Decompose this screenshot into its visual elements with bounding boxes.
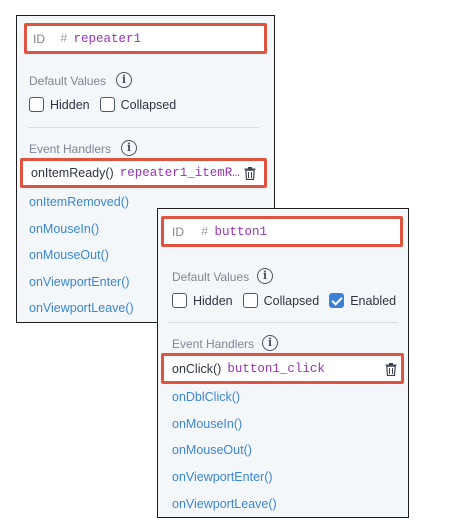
collapsed-label: Collapsed [120,97,177,112]
event-link-item-removed[interactable]: onItemRemoved() [29,195,129,209]
info-icon[interactable]: i [121,140,137,156]
event-link-viewport-leave[interactable]: onViewportLeave() [29,301,134,315]
handler-name: onItemReady() [31,166,114,180]
info-icon[interactable]: i [116,72,132,88]
info-icon[interactable]: i [262,335,278,351]
default-values-label: Default Values [172,270,250,284]
handler-function[interactable]: button1_click [227,362,325,376]
default-values-row: Hidden Collapsed [29,97,186,112]
hidden-checkbox[interactable] [29,97,44,112]
trash-icon[interactable] [385,363,397,376]
event-link-viewport-enter[interactable]: onViewportEnter() [172,470,273,484]
collapsed-checkbox[interactable] [242,293,258,308]
event-link-dbl-click[interactable]: onDblClick() [172,390,240,404]
button-properties-panel: ID # button1 Default Values i Hidden Coll… [157,208,409,518]
id-hash: # [201,225,209,239]
id-value: repeater1 [73,32,142,46]
divider [168,322,398,323]
event-handlers-label: Event Handlers [172,337,255,351]
event-link-viewport-leave[interactable]: onViewportLeave() [172,497,277,511]
default-values-label: Default Values [29,74,107,88]
event-link-viewport-enter[interactable]: onViewportEnter() [29,275,130,289]
handler-function[interactable]: repeater1_itemR… [120,166,240,180]
trash-icon[interactable] [244,167,256,180]
id-field-highlight: ID # repeater1 [24,23,267,54]
event-link-mouse-out[interactable]: onMouseOut() [29,248,109,262]
hidden-label: Hidden [50,97,90,112]
enabled-checkbox[interactable] [329,293,345,308]
hidden-checkbox[interactable] [172,293,187,308]
active-event-handler[interactable]: onItemReady() repeater1_itemR… [20,158,267,188]
divider [27,127,259,128]
event-link-mouse-in[interactable]: onMouseIn() [29,222,99,236]
default-values-row: Hidden Collapsed Enabled [172,293,406,308]
event-link-mouse-in[interactable]: onMouseIn() [172,417,242,431]
id-label: ID [33,32,45,46]
id-value: button1 [214,225,268,239]
active-event-handler[interactable]: onClick() button1_click [161,353,404,384]
id-input[interactable]: # repeater1 [54,28,259,50]
event-handlers-label: Event Handlers [29,142,112,156]
id-field-highlight: ID # button1 [161,216,403,247]
handler-name: onClick() [172,361,222,376]
id-input[interactable]: # button1 [195,221,398,243]
info-icon[interactable]: i [257,268,273,284]
collapsed-label: Collapsed [263,293,320,308]
id-label: ID [172,225,184,239]
enabled-label: Enabled [350,293,397,308]
hidden-label: Hidden [193,293,233,308]
event-link-mouse-out[interactable]: onMouseOut() [172,443,252,457]
id-hash: # [60,32,68,46]
collapsed-checkbox[interactable] [99,97,115,112]
